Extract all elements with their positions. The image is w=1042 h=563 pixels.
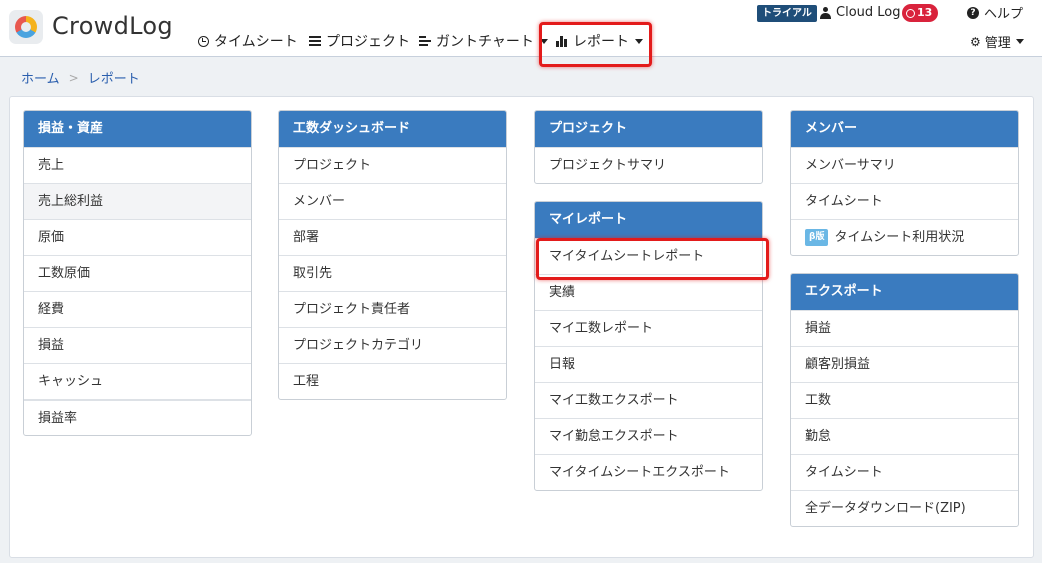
member-link-timesheet[interactable]: タイムシート [791,183,1018,219]
admin-label: 管理 [984,36,1011,51]
help-label: ヘルプ [984,7,1024,22]
nav-gantt-label: ガントチャート [436,34,534,50]
myreport-link-workload-report[interactable]: マイ工数レポート [535,310,762,346]
dashboard-link-client[interactable]: 取引先 [279,255,506,291]
nav-timesheet[interactable]: タイムシート [198,31,298,51]
member-link-timesheet-usage-label: タイムシート利用状況 [834,230,965,245]
report-link-profit-loss[interactable]: 損益 [24,327,251,363]
export-link-profit-loss[interactable]: 損益 [791,310,1018,346]
group-export: エクスポート 損益 顧客別損益 工数 勤怠 タイムシート 全データダウンロード(… [790,273,1019,527]
chevron-down-icon [1015,39,1024,44]
clock-icon [198,35,209,47]
myreport-link-workload-export[interactable]: マイ工数エクスポート [535,382,762,418]
user-menu[interactable]: Cloud Log [820,5,901,20]
nav-report-label: レポート [573,34,629,50]
beta-badge: β版 [805,229,829,246]
group-export-title: エクスポート [791,274,1018,310]
group-myreport: マイレポート マイタイムシートレポート 実績 マイ工数レポート 日報 マイ工数エ… [534,201,763,491]
breadcrumb-home[interactable]: ホーム [21,68,60,87]
project-link-summary[interactable]: プロジェクトサマリ [535,147,762,183]
brand-name[interactable]: CrowdLog [52,12,173,40]
question-circle-icon: ? [967,6,979,19]
myreport-link-timesheet-report[interactable]: マイタイムシートレポート [535,238,762,274]
clock-icon [906,8,915,18]
group-dashboard-title: 工数ダッシュボード [279,111,506,147]
nav-gantt[interactable]: ガントチャート [419,31,548,51]
export-link-timesheet[interactable]: タイムシート [791,454,1018,490]
breadcrumb-separator: > [68,70,79,85]
group-member-title: メンバー [791,111,1018,147]
user-icon [820,6,831,19]
group-pl: 損益・資産 売上 売上総利益 原価 工数原価 経費 損益 キャッシュ 損益率 [23,110,252,436]
myreport-link-attendance-export[interactable]: マイ勤怠エクスポート [535,418,762,454]
report-panel: 損益・資産 売上 売上総利益 原価 工数原価 経費 損益 キャッシュ 損益率 工… [9,96,1034,558]
report-link-profit-rate[interactable]: 損益率 [24,399,251,435]
gantt-icon [419,36,431,46]
dashboard-link-member[interactable]: メンバー [279,183,506,219]
top-header: CrowdLog タイムシート プロジェクト ガントチャート レポート トライア… [0,0,1042,67]
group-myreport-title: マイレポート [535,202,762,238]
export-link-attendance[interactable]: 勤怠 [791,418,1018,454]
report-link-cash[interactable]: キャッシュ [24,363,251,399]
dashboard-link-department[interactable]: 部署 [279,219,506,255]
group-project: プロジェクト プロジェクトサマリ [534,110,763,184]
crowdlog-logo-icon[interactable] [9,10,43,44]
dashboard-link-project-owner[interactable]: プロジェクト責任者 [279,291,506,327]
report-link-cost[interactable]: 原価 [24,219,251,255]
notification-badge[interactable]: 13 [902,4,939,22]
report-link-expenses[interactable]: 経費 [24,291,251,327]
group-dashboard: 工数ダッシュボード プロジェクト メンバー 部署 取引先 プロジェクト責任者 プ… [278,110,507,400]
export-link-workload[interactable]: 工数 [791,382,1018,418]
nav-project[interactable]: プロジェクト [309,31,410,51]
breadcrumb-current[interactable]: レポート [88,68,140,87]
dashboard-link-project-category[interactable]: プロジェクトカテゴリ [279,327,506,363]
project-icon [309,36,321,46]
chevron-down-icon [539,38,548,44]
report-link-gross-profit[interactable]: 売上総利益 [24,183,251,219]
group-project-title: プロジェクト [535,111,762,147]
trial-badge: トライアル [757,5,817,22]
myreport-link-timesheet-export[interactable]: マイタイムシートエクスポート [535,454,762,490]
notification-count: 13 [917,6,933,19]
group-pl-title: 損益・資産 [24,111,251,147]
admin-menu[interactable]: ⚙ 管理 [970,32,1024,51]
export-link-client-profit[interactable]: 顧客別損益 [791,346,1018,382]
member-link-timesheet-usage[interactable]: β版 タイムシート利用状況 [791,219,1018,255]
myreport-link-actuals[interactable]: 実績 [535,274,762,310]
nav-timesheet-label: タイムシート [214,34,298,50]
member-link-summary[interactable]: メンバーサマリ [791,147,1018,183]
nav-report[interactable]: レポート [556,31,643,51]
breadcrumb: ホーム > レポート [21,68,140,88]
report-link-labor-cost[interactable]: 工数原価 [24,255,251,291]
help-link[interactable]: ? ヘルプ [967,3,1023,22]
export-link-all-data-zip[interactable]: 全データダウンロード(ZIP) [791,490,1018,526]
bar-chart-icon [556,35,568,47]
report-link-sales[interactable]: 売上 [24,147,251,183]
dashboard-link-project[interactable]: プロジェクト [279,147,506,183]
dashboard-link-process[interactable]: 工程 [279,363,506,399]
gear-icon: ⚙ [970,34,981,49]
nav-project-label: プロジェクト [326,34,410,50]
group-member: メンバー メンバーサマリ タイムシート β版 タイムシート利用状況 [790,110,1019,256]
chevron-down-icon [635,38,643,44]
myreport-link-daily-report[interactable]: 日報 [535,346,762,382]
user-name: Cloud Log [836,5,901,20]
